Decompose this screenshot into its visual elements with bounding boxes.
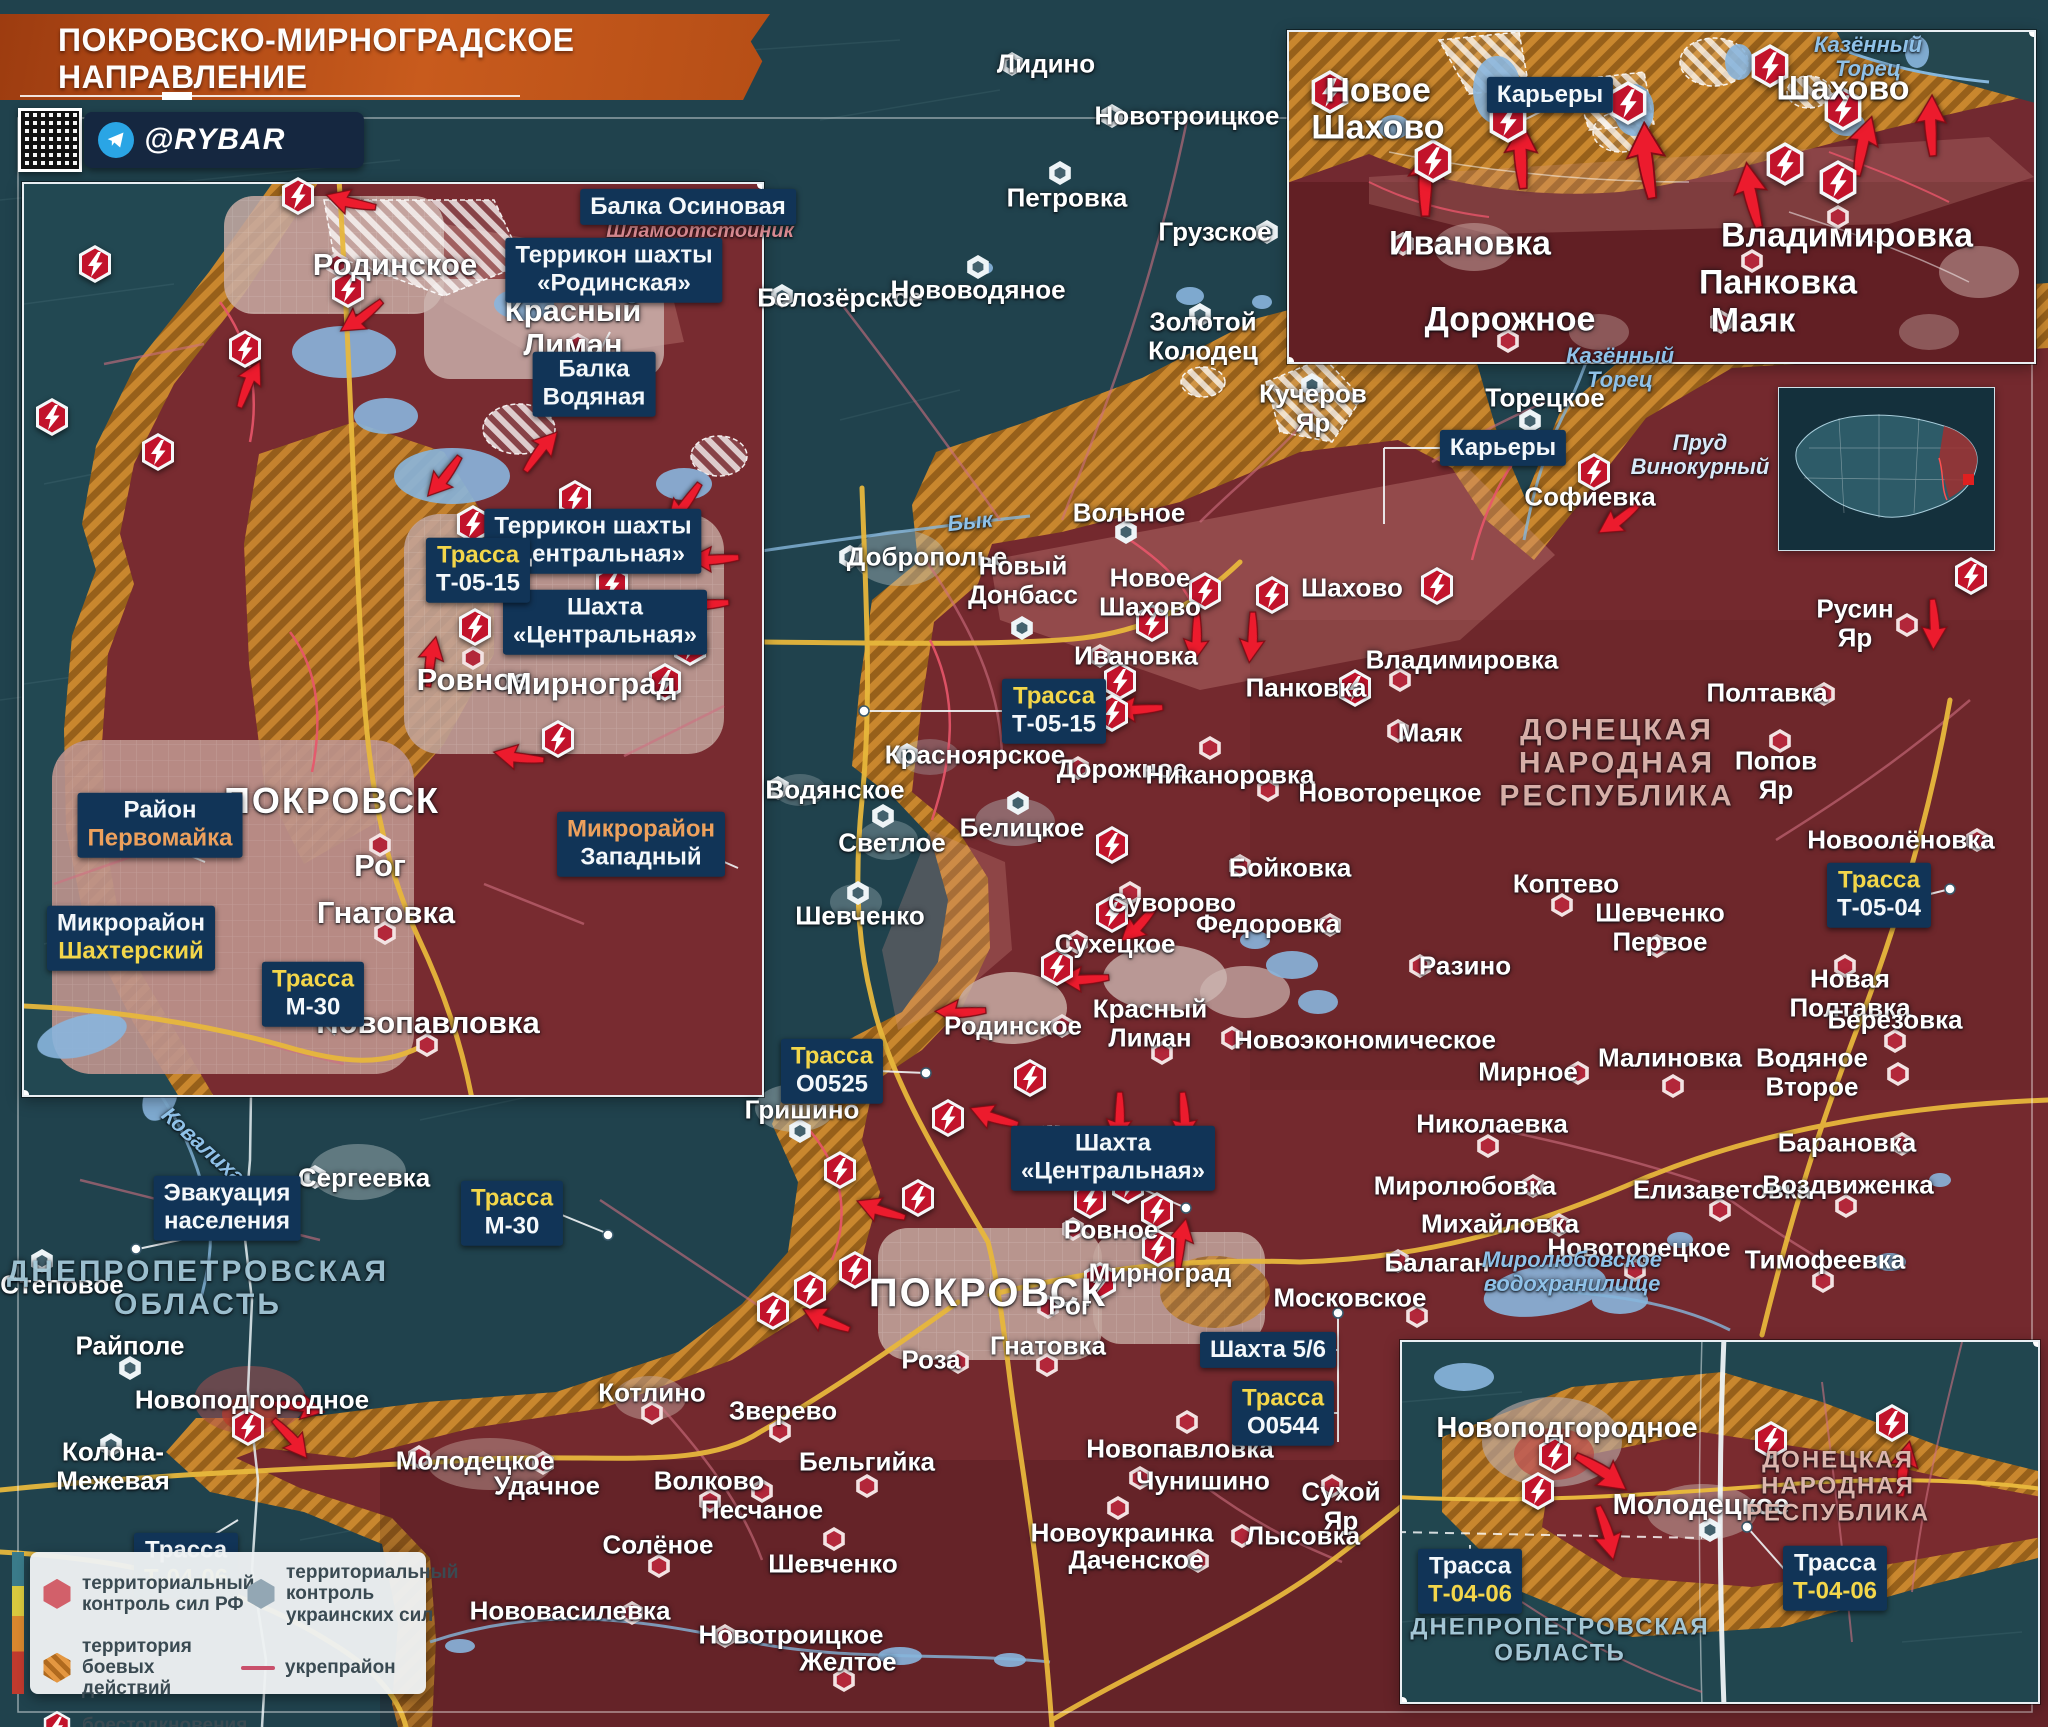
leader-lines bbox=[0, 0, 2048, 1727]
clash-icon bbox=[1139, 1191, 1175, 1231]
clash-icon bbox=[1082, 1261, 1118, 1301]
ua-control-swatch-icon bbox=[246, 1579, 276, 1609]
telegram-icon bbox=[98, 122, 134, 158]
clash-icon bbox=[1576, 452, 1612, 492]
clash-icon bbox=[34, 397, 70, 437]
legend-label: боестолкновения bbox=[82, 1715, 247, 1727]
clash-icon bbox=[1094, 825, 1130, 865]
clash-icon bbox=[1487, 98, 1528, 144]
clash-icon bbox=[837, 1250, 873, 1290]
legend-label: территориальный контроль сил РФ bbox=[82, 1573, 254, 1616]
clash-icon bbox=[1309, 69, 1350, 115]
clash-icon bbox=[1817, 159, 1858, 205]
clash-icon bbox=[330, 269, 366, 309]
clash-icon bbox=[457, 607, 493, 647]
clash-icon bbox=[1764, 141, 1805, 187]
legend-item-combat-zone: территория боевых действий bbox=[42, 1636, 215, 1700]
page-title: ПОКРОВСКО-МИРНОГРАДСКОЕ НАПРАВЛЕНИЕ bbox=[58, 22, 770, 96]
clash-icon bbox=[647, 662, 683, 702]
legend-color-stripe bbox=[12, 1552, 24, 1694]
clash-icon bbox=[1419, 566, 1455, 606]
clash-icon bbox=[755, 1291, 791, 1331]
channel-badge[interactable]: @RYBAR bbox=[84, 112, 364, 168]
combat-zone-swatch-icon bbox=[42, 1653, 72, 1683]
clash-icon bbox=[1537, 1435, 1573, 1475]
clash-icon bbox=[1822, 86, 1863, 132]
channel-handle: @RYBAR bbox=[144, 123, 285, 157]
legend-item-fortified-area: укрепрайон bbox=[241, 1636, 414, 1700]
clash-icon bbox=[900, 1178, 936, 1218]
legend-panel: территориальный контроль сил РФ территор… bbox=[30, 1552, 426, 1694]
clash-icon bbox=[1749, 43, 1790, 89]
attack-arrow-icon bbox=[1168, 1089, 1203, 1147]
clash-icon bbox=[557, 479, 593, 519]
attack-arrow-icon bbox=[674, 588, 732, 623]
clash-icon bbox=[1607, 80, 1648, 126]
clash-icon bbox=[792, 1270, 828, 1310]
legend-label: территориальный контроль украинских сил bbox=[286, 1562, 458, 1626]
legend-item-clashes: боестолкновения bbox=[42, 1710, 382, 1727]
clash-icon bbox=[594, 564, 630, 604]
banner-rule bbox=[20, 95, 520, 97]
clash-icon bbox=[1254, 575, 1290, 615]
clash-icon bbox=[1874, 1403, 1910, 1443]
clash-icon bbox=[1337, 668, 1373, 708]
rf-control-swatch-icon bbox=[42, 1579, 72, 1609]
legend-label: укрепрайон bbox=[285, 1657, 396, 1678]
qr-code bbox=[18, 108, 82, 172]
clash-icon bbox=[1140, 1228, 1176, 1268]
clash-legend-icon bbox=[42, 1710, 72, 1727]
clash-icon bbox=[227, 329, 263, 369]
map-canvas: ЛидиноНовотроицкоеПетровкаГрузскоеБелозё… bbox=[0, 0, 2048, 1727]
legend-item-ua-control: территориальный контроль украинских сил bbox=[246, 1562, 424, 1626]
clash-icon bbox=[455, 504, 491, 544]
clash-icon bbox=[672, 627, 708, 667]
clash-icon bbox=[230, 1407, 266, 1447]
clash-icon bbox=[280, 176, 316, 216]
clash-icon bbox=[1187, 571, 1223, 611]
clash-icon bbox=[77, 244, 113, 284]
clash-icon bbox=[1094, 693, 1130, 733]
clash-icon bbox=[540, 719, 576, 759]
clash-icon bbox=[1520, 1471, 1556, 1511]
legend-item-rf-control: территориальный контроль сил РФ bbox=[42, 1562, 220, 1626]
attack-arrow-icon bbox=[684, 543, 742, 578]
clash-icon bbox=[1094, 894, 1130, 934]
attack-arrow-icon bbox=[1918, 596, 1953, 654]
title-banner: ПОКРОВСКО-МИРНОГРАДСКОЕ НАПРАВЛЕНИЕ Обст… bbox=[0, 14, 770, 100]
attack-arrow-icon bbox=[931, 996, 989, 1031]
clash-icon bbox=[1134, 603, 1170, 643]
clash-icon bbox=[822, 1150, 858, 1190]
clash-icon bbox=[1412, 138, 1453, 184]
attack-arrow-icon bbox=[1909, 90, 1951, 160]
clash-icon bbox=[140, 432, 176, 472]
clash-icon bbox=[1072, 1180, 1108, 1220]
attack-arrow-icon bbox=[1623, 118, 1668, 202]
clash-icon bbox=[1753, 1420, 1789, 1460]
fortified-line-icon bbox=[241, 1666, 275, 1670]
clash-icon bbox=[1039, 947, 1075, 987]
clash-icon bbox=[930, 1098, 966, 1138]
clash-icon bbox=[1953, 556, 1989, 596]
legend-label: территория боевых действий bbox=[82, 1636, 215, 1700]
clash-icon bbox=[1012, 1058, 1048, 1098]
